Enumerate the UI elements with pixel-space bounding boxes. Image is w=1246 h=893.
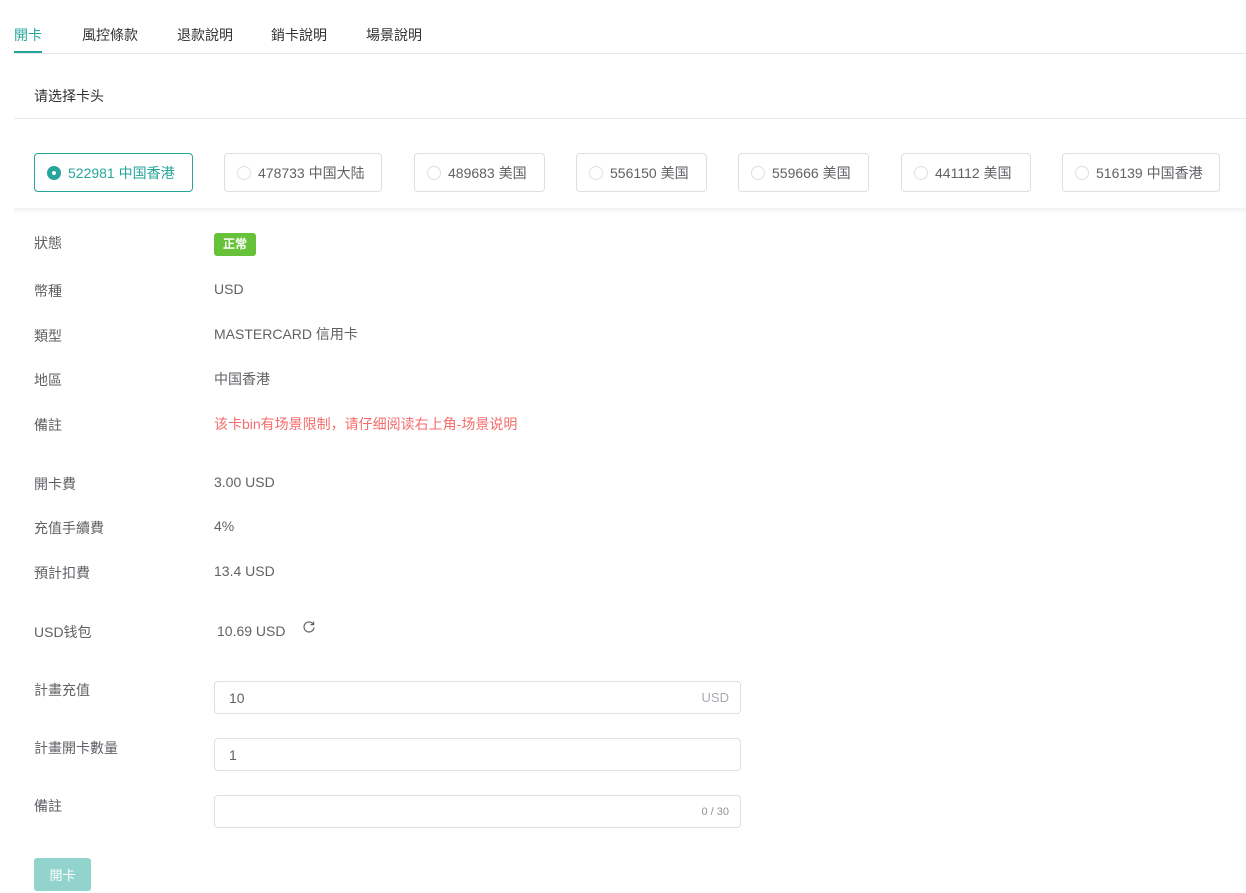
note-warning: 该卡bin有场景限制，请仔细阅读右上角-场景说明	[214, 416, 518, 432]
section-title: 请选择卡头	[34, 88, 104, 104]
bin-option-label: 441112 美国	[935, 164, 1012, 181]
open-fee-value: 3.00 USD	[214, 474, 275, 490]
bin-option-556150[interactable]: 556150 美国	[576, 153, 707, 192]
divider	[14, 118, 1246, 119]
topup-currency-suffix: USD	[701, 690, 729, 705]
tab-open-card[interactable]: 開卡	[14, 25, 42, 45]
currency-label: 幣種	[34, 283, 62, 299]
card-count-input[interactable]	[215, 739, 740, 770]
remark-input-wrapper: 0 / 30	[214, 795, 741, 828]
tab-bar: 開卡 風控條款 退款說明 銷卡說明 場景說明	[14, 0, 1246, 54]
radio-unchecked-icon	[751, 165, 765, 180]
bin-option-label: 559666 美国	[772, 164, 851, 181]
status-label: 狀態	[34, 235, 62, 251]
refresh-icon[interactable]	[302, 620, 316, 634]
open-fee-label: 開卡費	[34, 476, 76, 492]
bin-option-559666[interactable]: 559666 美国	[738, 153, 869, 192]
bin-option-label: 556150 美国	[610, 164, 689, 181]
region-label: 地區	[34, 372, 62, 388]
region-value: 中国香港	[214, 371, 270, 387]
radio-unchecked-icon	[914, 165, 928, 180]
bin-option-label: 489683 美国	[448, 164, 527, 181]
card-count-label: 計畫開卡數量	[34, 740, 118, 756]
radio-unchecked-icon	[427, 165, 441, 180]
bin-option-label: 522981 中国香港	[68, 164, 175, 181]
bin-option-478733[interactable]: 478733 中国大陆	[224, 153, 382, 192]
tab-scenario-info[interactable]: 場景說明	[366, 25, 422, 45]
remark-input[interactable]	[215, 796, 740, 827]
radio-unchecked-icon	[589, 165, 603, 180]
open-card-button[interactable]: 開卡	[34, 858, 91, 891]
bin-option-441112[interactable]: 441112 美国	[901, 153, 1031, 192]
bin-option-522981[interactable]: 522981 中国香港	[34, 153, 193, 192]
topup-fee-label: 充值手續費	[34, 520, 104, 536]
radio-unchecked-icon	[237, 165, 251, 180]
status-badge: 正常	[214, 233, 257, 256]
tab-cancel-card-info[interactable]: 銷卡說明	[271, 25, 327, 45]
bin-option-label: 478733 中国大陆	[258, 164, 365, 181]
section-separator	[14, 208, 1246, 214]
type-label: 類型	[34, 328, 62, 344]
remark-char-counter: 0 / 30	[701, 806, 729, 818]
type-value: MASTERCARD 信用卡	[214, 326, 358, 342]
bin-option-489683[interactable]: 489683 美国	[414, 153, 545, 192]
topup-label: 計畫充值	[34, 682, 90, 698]
topup-input-wrapper: USD	[214, 681, 741, 714]
tab-risk-terms[interactable]: 風控條款	[82, 25, 138, 45]
currency-value: USD	[214, 281, 244, 297]
active-tab-indicator	[14, 51, 42, 53]
estimated-fee-label: 預計扣費	[34, 565, 90, 581]
note-label: 備註	[34, 417, 62, 433]
radio-unchecked-icon	[1075, 165, 1089, 180]
wallet-label: USD钱包	[34, 624, 92, 640]
topup-fee-value: 4%	[214, 518, 235, 534]
bin-option-516139[interactable]: 516139 中国香港	[1062, 153, 1220, 192]
estimated-fee-value: 13.4 USD	[214, 563, 275, 579]
card-count-input-wrapper	[214, 738, 741, 771]
topup-amount-input[interactable]	[215, 682, 740, 713]
remark-label: 備註	[34, 798, 62, 814]
wallet-balance: 10.69 USD	[217, 623, 286, 639]
radio-checked-icon	[47, 165, 61, 180]
bin-option-label: 516139 中国香港	[1096, 164, 1203, 181]
tab-refund-info[interactable]: 退款說明	[177, 25, 233, 45]
